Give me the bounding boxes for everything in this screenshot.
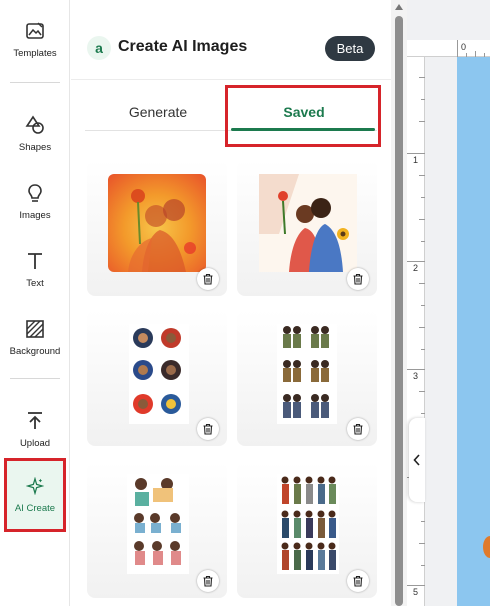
ruler-top-ticks	[457, 40, 485, 57]
sidebar-item-text[interactable]: Text	[0, 246, 70, 310]
saved-tab-highlight	[225, 85, 381, 147]
scrollbar-thumb[interactable]	[395, 16, 403, 606]
ruler-left-ticks	[407, 77, 425, 586]
panel-scrollbar[interactable]	[391, 0, 407, 606]
saved-image-card[interactable]	[237, 160, 377, 296]
saved-image-card[interactable]	[87, 462, 227, 598]
ruler-left-label: 2	[413, 263, 419, 273]
scroll-up-arrow-icon[interactable]	[395, 4, 403, 10]
ai-images-panel: a Create AI Images Beta Generate Saved	[71, 0, 391, 606]
header-divider	[71, 79, 391, 80]
design-page[interactable]	[457, 57, 490, 606]
sidebar-item-background[interactable]: Background	[0, 314, 70, 378]
ruler-left: 1 2 3 4 5	[407, 57, 425, 606]
text-icon	[24, 250, 46, 272]
sidebar-item-templates[interactable]: Templates	[0, 16, 70, 80]
shapes-icon	[24, 114, 46, 136]
ruler-top: 0	[407, 40, 490, 57]
trash-icon	[353, 423, 363, 435]
delete-button[interactable]	[197, 418, 219, 440]
trash-icon	[353, 273, 363, 285]
app-logo-icon: a	[87, 36, 111, 60]
sidebar-item-ai-create[interactable]: AI Create	[4, 458, 66, 532]
trash-icon	[203, 575, 213, 587]
collapse-panel-button[interactable]	[409, 418, 425, 502]
saved-image-card[interactable]	[237, 462, 377, 598]
trash-icon	[353, 575, 363, 587]
saved-image-thumbnail	[277, 474, 339, 574]
app-root: Templates Shapes Images Text Background …	[0, 0, 490, 606]
sidebar-item-label: Upload	[19, 438, 51, 449]
beta-badge: Beta	[325, 36, 375, 61]
sidebar-item-label: Background	[9, 346, 61, 357]
trash-icon	[203, 273, 213, 285]
saved-image-card[interactable]	[87, 160, 227, 296]
saved-image-card[interactable]	[237, 310, 377, 446]
delete-button[interactable]	[347, 418, 369, 440]
panel-title: Create AI Images	[118, 38, 248, 55]
saved-image-thumbnail	[259, 174, 357, 272]
saved-image-thumbnail	[129, 324, 189, 424]
chevron-left-icon	[413, 454, 420, 466]
tab-generate[interactable]: Generate	[85, 96, 231, 128]
sidebar-item-label: Templates	[13, 48, 57, 59]
delete-button[interactable]	[347, 570, 369, 592]
sidebar-item-label: Text	[26, 278, 44, 289]
ruler-left-label: 5	[413, 587, 419, 597]
sidebar-item-label: Shapes	[18, 142, 52, 153]
delete-button[interactable]	[347, 268, 369, 290]
saved-image-thumbnail	[277, 324, 337, 424]
sidebar-item-ai-create-inner: AI Create	[4, 471, 66, 535]
sparkle-icon	[24, 475, 46, 497]
ruler-left-label: 1	[413, 155, 419, 165]
sidebar-divider	[10, 82, 60, 83]
sidebar-item-label: Images	[19, 210, 51, 221]
delete-button[interactable]	[197, 570, 219, 592]
saved-image-thumbnail	[127, 474, 189, 574]
ruler-left-label: 3	[413, 371, 419, 381]
delete-button[interactable]	[197, 268, 219, 290]
sidebar-item-label: AI Create	[14, 503, 56, 514]
saved-image-card[interactable]	[87, 310, 227, 446]
sidebar-item-images[interactable]: Images	[0, 178, 70, 242]
left-sidebar: Templates Shapes Images Text Background …	[0, 0, 70, 606]
templates-icon	[24, 20, 46, 42]
canvas-element[interactable]	[483, 536, 490, 558]
saved-image-thumbnail	[108, 174, 206, 272]
sidebar-item-shapes[interactable]: Shapes	[0, 110, 70, 174]
design-canvas-area: 0 1 2 3 5	[407, 0, 490, 606]
background-icon	[24, 318, 46, 340]
upload-icon	[24, 410, 46, 432]
trash-icon	[203, 423, 213, 435]
sidebar-divider	[10, 378, 60, 379]
lightbulb-icon	[24, 182, 46, 204]
